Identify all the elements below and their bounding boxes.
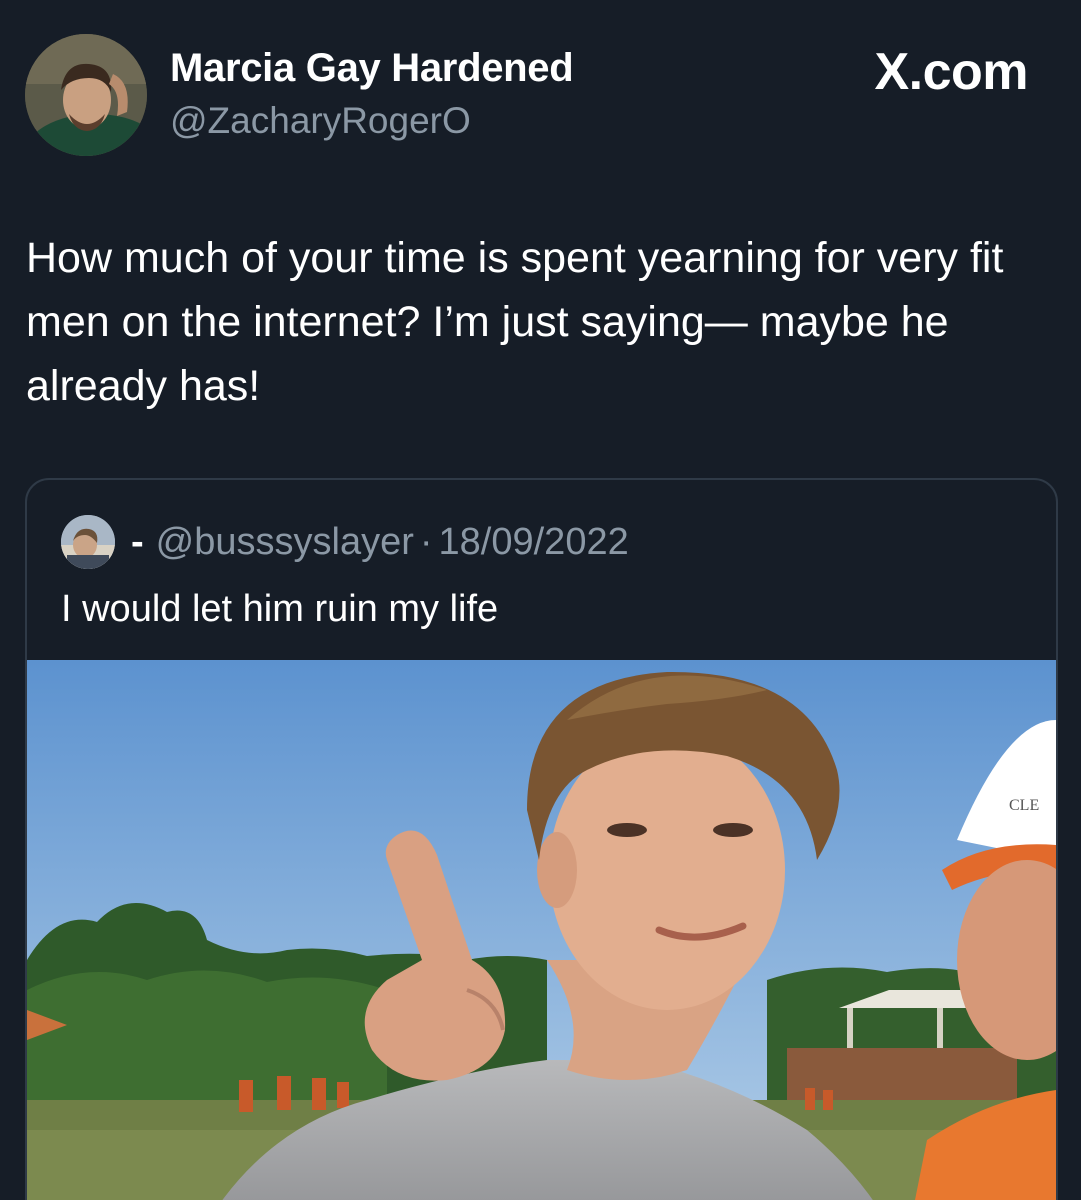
author-avatar[interactable]: [25, 34, 147, 156]
profile-photo-icon: [61, 515, 115, 569]
quoted-tweet-text: I would let him ruin my life: [61, 588, 499, 630]
quoted-author-avatar[interactable]: [61, 515, 115, 569]
quoted-tweet-date[interactable]: 18/09/2022: [439, 521, 629, 564]
tweet-text: How much of your time is spent yearning …: [26, 234, 1004, 410]
author-display-name[interactable]: Marcia Gay Hardened: [170, 46, 574, 91]
author-handle[interactable]: @ZacharyRogerO: [170, 100, 471, 142]
quoted-tweet-photo[interactable]: CLE: [27, 660, 1056, 1200]
quoted-author-handle[interactable]: @busssyslayer: [156, 521, 414, 564]
photo-image: CLE: [27, 660, 1056, 1200]
quoted-author-name[interactable]: -: [131, 521, 144, 564]
quoted-tweet-header: - @busssyslayer · 18/09/2022: [61, 514, 629, 570]
profile-photo-icon: [25, 34, 147, 156]
quoted-tweet-card[interactable]: - @busssyslayer · 18/09/2022 I would let…: [25, 478, 1058, 1200]
cap-text: CLE: [1009, 797, 1039, 814]
x-logo-text: X.com: [874, 43, 1028, 101]
tweet-screenshot: Marcia Gay Hardened @ZacharyRogerO X.com…: [0, 0, 1081, 1200]
separator-dot: ·: [419, 520, 433, 563]
